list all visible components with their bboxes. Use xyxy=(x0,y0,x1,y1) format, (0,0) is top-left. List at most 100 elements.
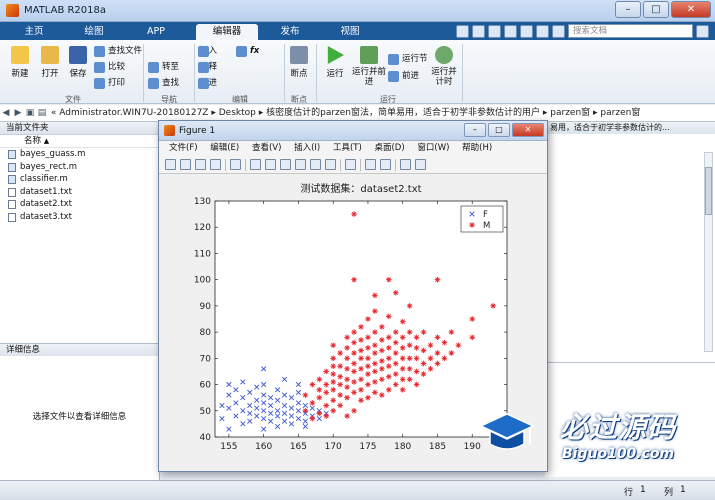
data-cursor-icon[interactable] xyxy=(310,159,321,170)
menu-help[interactable]: 帮助(H) xyxy=(462,143,492,153)
figure-minimize-button[interactable]: – xyxy=(464,123,486,137)
insert-button[interactable]: 插入 xyxy=(198,45,217,58)
group-divider xyxy=(143,44,144,102)
run-advance-button[interactable]: 运行并前进 xyxy=(352,46,386,87)
hide-plot-tools-icon[interactable] xyxy=(400,159,411,170)
y-tick-label: 40 xyxy=(200,433,212,443)
save-quick-icon[interactable] xyxy=(456,24,469,38)
goto-button[interactable]: 转至 xyxy=(148,61,179,74)
show-plot-tools-icon[interactable] xyxy=(415,159,426,170)
open-file-icon[interactable] xyxy=(180,159,191,170)
link-plot-icon[interactable] xyxy=(345,159,356,170)
menu-file[interactable]: 文件(F) xyxy=(169,143,198,153)
y-tick-label: 110 xyxy=(194,249,211,259)
menu-tools[interactable]: 工具(T) xyxy=(333,143,362,153)
run-and-time-button[interactable]: 运行并计时 xyxy=(430,46,458,87)
menu-window[interactable]: 窗口(W) xyxy=(417,143,449,153)
new-button[interactable]: 新建 xyxy=(6,46,34,79)
window-controls: – □ ✕ xyxy=(615,1,711,18)
zoom-out-icon[interactable] xyxy=(265,159,276,170)
figure-close-button[interactable]: ✕ xyxy=(512,123,544,137)
comment-button[interactable]: 注释 xyxy=(198,61,217,74)
find-button[interactable]: 查找 xyxy=(148,77,179,90)
m-file-icon xyxy=(8,175,16,184)
data-point-m xyxy=(358,347,364,354)
advance-button[interactable]: 前进 xyxy=(388,70,419,83)
copy-quick-icon[interactable] xyxy=(488,24,501,38)
breakpoints-group-label: 断点 xyxy=(291,95,307,104)
y-tick-label: 60 xyxy=(200,381,212,391)
search-docs-input[interactable]: 搜索文档 xyxy=(568,24,693,38)
file-list-item[interactable]: dataset1.txt xyxy=(0,186,159,199)
run-button[interactable]: 运行 xyxy=(320,46,350,79)
legend-icon[interactable] xyxy=(380,159,391,170)
paste-quick-icon[interactable] xyxy=(504,24,517,38)
menu-insert[interactable]: 插入(I) xyxy=(294,143,320,153)
menu-desktop[interactable]: 桌面(D) xyxy=(374,143,404,153)
tab-home[interactable]: 主页 xyxy=(10,24,58,40)
indent-button[interactable]: 缩进 xyxy=(198,77,217,90)
pointer-icon[interactable] xyxy=(230,159,241,170)
file-list-item[interactable]: dataset2.txt xyxy=(0,198,159,211)
save-figure-icon[interactable] xyxy=(195,159,206,170)
name-column-header[interactable]: 名称 ▲ xyxy=(0,135,159,148)
colorbar-icon[interactable] xyxy=(365,159,376,170)
fx-button[interactable]: fx xyxy=(236,45,259,58)
figure-title-bar[interactable]: Figure 1 – □ ✕ xyxy=(159,121,547,141)
print-button[interactable]: 打印 xyxy=(94,77,125,90)
x-tick-label: 190 xyxy=(464,442,481,452)
cut-quick-icon[interactable] xyxy=(472,24,485,38)
file-list-item[interactable]: classifier.m xyxy=(0,173,159,186)
redo-quick-icon[interactable] xyxy=(536,24,549,38)
minimize-button[interactable]: – xyxy=(615,1,641,18)
file-list-item[interactable]: dataset3.txt xyxy=(0,211,159,224)
browse-folder-icon[interactable]: ▤ xyxy=(36,105,48,121)
print-figure-icon[interactable] xyxy=(210,159,221,170)
tab-editor[interactable]: 编辑器 xyxy=(196,24,258,40)
details-message: 选择文件以查看详细信息 xyxy=(32,412,127,422)
right-panel-header: 易用，适合于初学非参数估计的... xyxy=(546,122,715,134)
window-title: MATLAB R2018a xyxy=(24,5,107,16)
menu-edit[interactable]: 编辑(E) xyxy=(210,143,239,153)
data-point-m xyxy=(392,289,399,296)
back-arrow-icon[interactable]: ◀ xyxy=(0,105,12,121)
brush-icon[interactable] xyxy=(325,159,336,170)
forward-arrow-icon[interactable]: ▶ xyxy=(12,105,24,121)
breakpoints-button[interactable]: 断点 xyxy=(286,46,312,79)
figure-maximize-button[interactable]: □ xyxy=(488,123,510,137)
data-point-m xyxy=(455,342,462,349)
maximize-button[interactable]: □ xyxy=(643,1,669,18)
file-list-item[interactable]: bayes_rect.m xyxy=(0,161,159,174)
run-section-button[interactable]: 运行节 xyxy=(388,53,428,66)
find-file-button[interactable]: 查找文件 xyxy=(94,45,142,58)
undo-quick-icon[interactable] xyxy=(520,24,533,38)
row-value: 1 xyxy=(640,485,646,495)
folder-up-icon[interactable]: ▣ xyxy=(24,105,36,121)
scrollbar-thumb[interactable] xyxy=(705,167,712,215)
zoom-in-icon[interactable] xyxy=(250,159,261,170)
menu-view[interactable]: 查看(V) xyxy=(252,143,281,153)
file-list-item[interactable]: bayes_guass.m xyxy=(0,148,159,161)
file-list: bayes_guass.m bayes_rect.m classifier.m dat… xyxy=(0,148,159,223)
tab-view[interactable]: 视图 xyxy=(326,24,374,40)
new-figure-icon[interactable] xyxy=(165,159,176,170)
tab-publish[interactable]: 发布 xyxy=(266,24,314,40)
vertical-scrollbar[interactable] xyxy=(704,152,713,352)
m-file-icon xyxy=(8,150,16,159)
data-point-m xyxy=(365,316,371,322)
compare-button[interactable]: 比较 xyxy=(94,61,125,74)
pan-icon[interactable] xyxy=(280,159,291,170)
help-quick-icon[interactable] xyxy=(552,24,565,38)
save-button[interactable]: 保存 xyxy=(64,46,92,79)
close-button[interactable]: ✕ xyxy=(671,1,711,18)
open-button[interactable]: 打开 xyxy=(36,46,64,79)
figure-title: Figure 1 xyxy=(179,126,216,136)
tab-plots[interactable]: 绘图 xyxy=(70,24,118,40)
x-tick-label: 165 xyxy=(290,442,307,452)
tab-apps[interactable]: APP xyxy=(130,24,182,40)
search-icon[interactable] xyxy=(696,24,709,38)
rotate-3d-icon[interactable] xyxy=(295,159,306,170)
m-file-icon xyxy=(8,162,16,172)
figure-menu-bar: 文件(F) 编辑(E) 查看(V) 插入(I) 工具(T) 桌面(D) 窗口(W… xyxy=(159,141,547,156)
text-file-icon xyxy=(8,200,16,209)
